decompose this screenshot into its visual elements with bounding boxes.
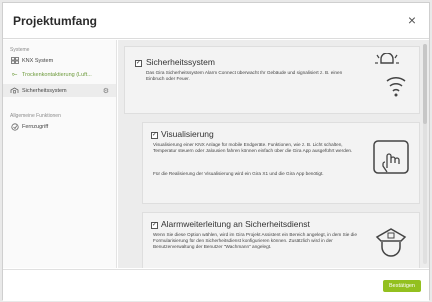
sidebar-item-security[interactable]: Sicherheitssystem ⚙	[3, 84, 116, 97]
card-title: Visualisierung	[161, 129, 214, 139]
close-icon[interactable]: ×	[405, 12, 419, 28]
touch-screen-icon	[372, 137, 410, 182]
arrow-icon: ⟜	[11, 70, 18, 78]
card-description: Wenn Sie diese Option wählen, wird im Gi…	[153, 232, 357, 249]
dialog-title: Projektumfang	[13, 14, 98, 28]
alarm-wifi-icon	[367, 52, 409, 108]
sidebar-item-label: Sicherheitssystem	[22, 87, 67, 94]
sidebar-item-remote-access[interactable]: Fernzugriff	[3, 120, 116, 133]
remote-icon	[10, 122, 19, 131]
gear-icon[interactable]: ⚙	[103, 87, 109, 95]
scrollbar[interactable]	[423, 44, 427, 264]
knx-icon	[10, 57, 19, 65]
sidebar-item-label: Trockenkontaktierung (Luft...	[22, 71, 92, 78]
title-bar: Projektumfang ×	[3, 3, 429, 39]
project-scope-dialog: Projektumfang × Systeme KNX System ⟜ Tro…	[2, 2, 430, 301]
card-description-2: Für die Realisierung der Visualisierung …	[153, 171, 324, 176]
dialog-footer: Bestätigen	[3, 269, 429, 301]
confirm-button[interactable]: Bestätigen	[383, 280, 421, 292]
sidebar-section-general: Allgemeine Funktionen	[10, 113, 61, 119]
card-security-system: ✓ Sicherheitssystem Das Gira Sicherheits…	[124, 46, 420, 114]
visualization-checkbox[interactable]: ✓	[151, 132, 158, 139]
sidebar-item-label: Fernzugriff	[22, 123, 49, 130]
sidebar-item-dry-contact[interactable]: ⟜ Trockenkontaktierung (Luft...	[3, 68, 116, 81]
security-system-checkbox[interactable]: ✓	[135, 60, 142, 67]
card-description: Visualisierung einer KNX Anlage für mobi…	[153, 142, 353, 153]
sidebar-item-label: KNX System	[22, 57, 54, 64]
card-description: Das Gira Sicherheitssystem Alarm Connect…	[146, 70, 343, 81]
sidebar: Systeme KNX System ⟜ Trockenkontaktierun…	[3, 40, 117, 268]
guard-icon	[373, 225, 409, 268]
card-alarm-forwarding: ✓ Alarmweiterleitung an Sicherheitsdiens…	[142, 212, 420, 268]
sidebar-section-systems: Systeme	[10, 47, 30, 53]
main-content: ✓ Sicherheitssystem Das Gira Sicherheits…	[118, 40, 429, 268]
card-title: Sicherheitssystem	[146, 57, 215, 67]
card-visualization: ✓ Visualisierung Visualisierung einer KN…	[142, 122, 420, 204]
card-title: Alarmweiterleitung an Sicherheitsdienst	[161, 219, 310, 229]
sidebar-item-knx[interactable]: KNX System	[3, 54, 116, 67]
scrollbar-thumb[interactable]	[423, 44, 427, 124]
alarm-forwarding-checkbox[interactable]: ✓	[151, 222, 158, 229]
security-icon	[10, 87, 19, 95]
